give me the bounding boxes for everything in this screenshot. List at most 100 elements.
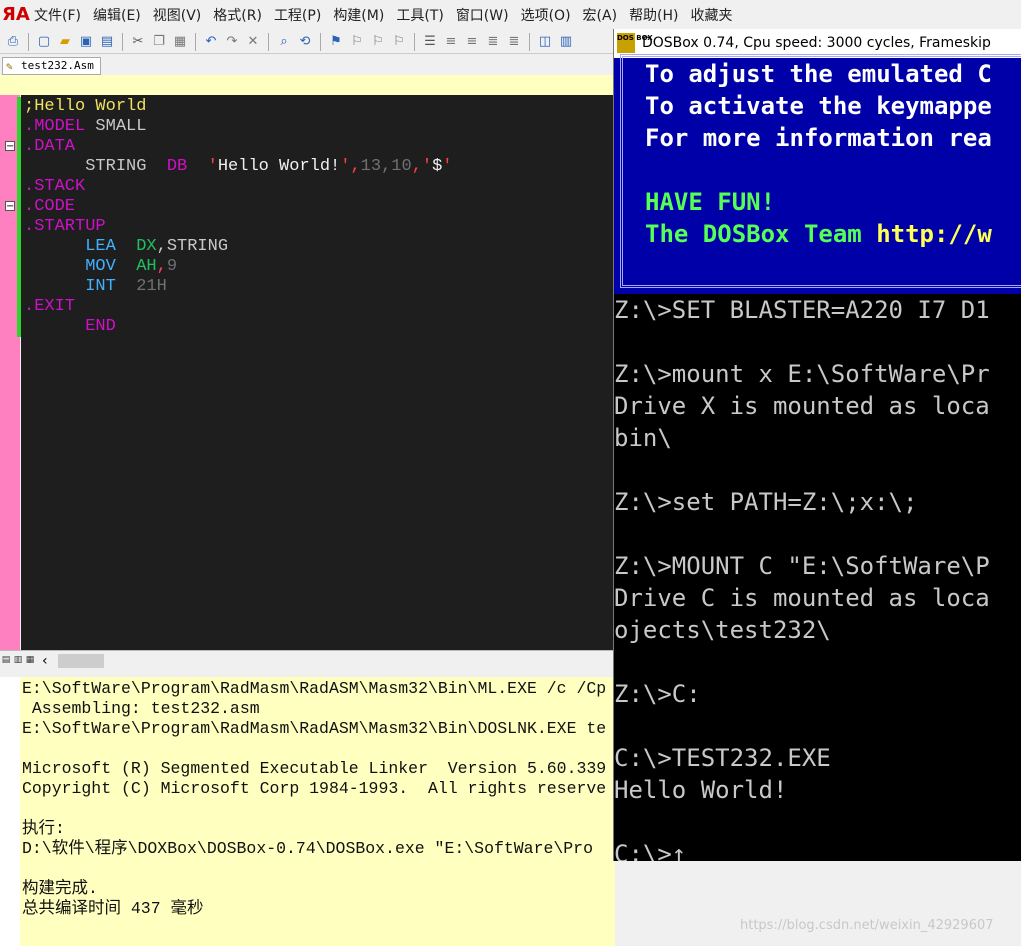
- menu-help[interactable]: 帮助(H): [623, 5, 684, 25]
- dosbox-window[interactable]: DOS BOX DOSBox 0.74, Cpu speed: 3000 cyc…: [613, 29, 1021, 861]
- print-icon[interactable]: ⎙: [4, 33, 22, 51]
- uncomment-icon[interactable]: ≣: [505, 33, 523, 51]
- save-all-icon[interactable]: ▤: [98, 33, 116, 51]
- team-url: http://w: [876, 220, 992, 248]
- instruction: LEA: [24, 237, 137, 256]
- quote: ',: [340, 157, 361, 176]
- quote: ': [442, 157, 453, 176]
- file-tab[interactable]: ✎ test232.Asm: [2, 57, 101, 75]
- string-literal: Hello World!: [217, 157, 341, 176]
- asm-file-icon: ✎: [6, 60, 13, 73]
- operand: ,STRING: [156, 237, 229, 256]
- output-line: E:\SoftWare\Program\RadMasm\RadASM\Masm3…: [22, 719, 607, 738]
- register: DX: [136, 237, 157, 256]
- directive: .EXIT: [24, 297, 76, 316]
- block-indent-icon[interactable]: ☰: [421, 33, 439, 51]
- quote: ,': [411, 157, 433, 176]
- replace-icon[interactable]: ⟲: [296, 33, 314, 51]
- directive: .STARTUP: [24, 217, 106, 236]
- comment-icon[interactable]: ≣: [484, 33, 502, 51]
- output-gutter: [0, 677, 21, 946]
- view-mode-icon[interactable]: ▤: [1, 654, 11, 666]
- scroll-left-icon[interactable]: ‹: [42, 651, 56, 671]
- menu-tools[interactable]: 工具(T): [390, 5, 449, 25]
- view-mode-icon[interactable]: ▦: [25, 654, 35, 666]
- menu-edit[interactable]: 编辑(E): [87, 5, 147, 25]
- bookmark-prev-icon[interactable]: ⚐: [369, 33, 387, 51]
- menu-build[interactable]: 构建(M): [327, 5, 390, 25]
- code-line: END: [24, 317, 116, 337]
- toolbar-separator: [28, 32, 29, 51]
- toolbar-separator: [195, 32, 196, 51]
- menu-favorites[interactable]: 收藏夹: [685, 5, 739, 25]
- indent-icon[interactable]: ≡: [442, 33, 460, 51]
- paste-icon[interactable]: ▦: [171, 33, 189, 51]
- toolbar-separator: [414, 32, 415, 51]
- console-line: Z:\>C:: [614, 680, 701, 708]
- menu-options[interactable]: 选项(O): [515, 5, 577, 25]
- output-line: 构建完成.: [22, 879, 98, 898]
- undo-icon[interactable]: ↶: [202, 33, 220, 51]
- bookmark-next-icon[interactable]: ⚐: [348, 33, 366, 51]
- output-line: Microsoft (R) Segmented Executable Linke…: [22, 759, 607, 778]
- code-line: LEA DX,STRING: [24, 237, 228, 257]
- outdent-icon[interactable]: ≡: [463, 33, 481, 51]
- code-line: .EXIT: [24, 297, 75, 317]
- fold-toggle-icon[interactable]: −: [5, 201, 15, 212]
- console-line: Drive X is mounted as loca: [614, 392, 990, 420]
- bookmark-toggle-icon[interactable]: ⚑: [327, 33, 345, 51]
- directive: .CODE: [24, 197, 76, 216]
- menu-file[interactable]: 文件(F): [28, 5, 87, 25]
- editor-horizontal-scrollbar[interactable]: ▤ ▥ ▦ ‹: [0, 650, 615, 671]
- open-file-icon[interactable]: ▰: [56, 33, 74, 51]
- scroll-thumb[interactable]: [58, 654, 104, 668]
- menu-format[interactable]: 格式(R): [207, 5, 268, 25]
- comma: ,: [381, 157, 392, 176]
- code-line: ;Hello World: [24, 97, 146, 117]
- directive: .DATA: [24, 137, 76, 156]
- cut-icon[interactable]: ✂: [129, 33, 147, 51]
- console-line: ojects\test232\: [614, 616, 831, 644]
- copy-icon[interactable]: ❐: [150, 33, 168, 51]
- quote: ': [187, 157, 218, 176]
- dosbox-app-icon: DOS BOX: [617, 33, 653, 53]
- toolbar: ⎙ ▢ ▰ ▣ ▤ ✂ ❐ ▦ ↶ ↷ ✕ ⌕ ⟲ ⚑ ⚐ ⚐ ⚐ ☰ ≡ ≡ …: [0, 30, 615, 54]
- label: STRING: [24, 157, 167, 176]
- banner-line: The DOSBox Team http://w: [645, 218, 992, 250]
- bookmark-clear-icon[interactable]: ⚐: [390, 33, 408, 51]
- output-view-icon[interactable]: ▥: [557, 33, 575, 51]
- code-editor[interactable]: ;Hello World .MODEL SMALL .DATA STRING D…: [21, 95, 615, 650]
- save-icon[interactable]: ▣: [77, 33, 95, 51]
- view-mode-icon[interactable]: ▥: [13, 654, 23, 666]
- project-view-icon[interactable]: ◫: [536, 33, 554, 51]
- menu-window[interactable]: 窗口(W): [450, 5, 515, 25]
- redo-icon[interactable]: ↷: [223, 33, 241, 51]
- new-file-icon[interactable]: ▢: [35, 33, 53, 51]
- banner-line: To adjust the emulated C: [645, 60, 992, 88]
- output-line: Assembling: test232.asm: [22, 699, 260, 718]
- string-literal: $: [432, 157, 443, 176]
- find-icon[interactable]: ⌕: [275, 33, 293, 51]
- number: 10: [391, 157, 412, 176]
- team-text: The DOSBox Team: [645, 220, 877, 248]
- toolbar-separator: [320, 32, 321, 51]
- menu-macro[interactable]: 宏(A): [577, 5, 624, 25]
- number: 13: [360, 157, 382, 176]
- code-line: MOV AH,9: [24, 257, 177, 277]
- directive: DB: [166, 157, 188, 176]
- output-line: D:\软件\程序\DOXBox\DOSBox-0.74\DOSBox.exe "…: [22, 839, 593, 858]
- menu-view[interactable]: 视图(V): [147, 5, 208, 25]
- code-line: .CODE: [24, 197, 75, 217]
- dosbox-console[interactable]: Z:\>SET BLASTER=A220 I7 D1 Z:\>mount x E…: [614, 294, 1021, 861]
- toolbar-separator: [122, 32, 123, 51]
- register: AH: [136, 257, 157, 276]
- console-line: C:\>↑: [614, 840, 687, 861]
- toolbar-separator: [529, 32, 530, 51]
- menu-project[interactable]: 工程(P): [268, 5, 327, 25]
- toolbar-separator: [268, 32, 269, 51]
- delete-icon[interactable]: ✕: [244, 33, 262, 51]
- watermark: https://blog.csdn.net/weixin_42929607: [740, 918, 994, 933]
- output-panel[interactable]: E:\SoftWare\Program\RadMasm\RadASM\Masm3…: [20, 677, 615, 946]
- fold-toggle-icon[interactable]: −: [5, 141, 15, 152]
- directive: .MODEL: [24, 117, 86, 136]
